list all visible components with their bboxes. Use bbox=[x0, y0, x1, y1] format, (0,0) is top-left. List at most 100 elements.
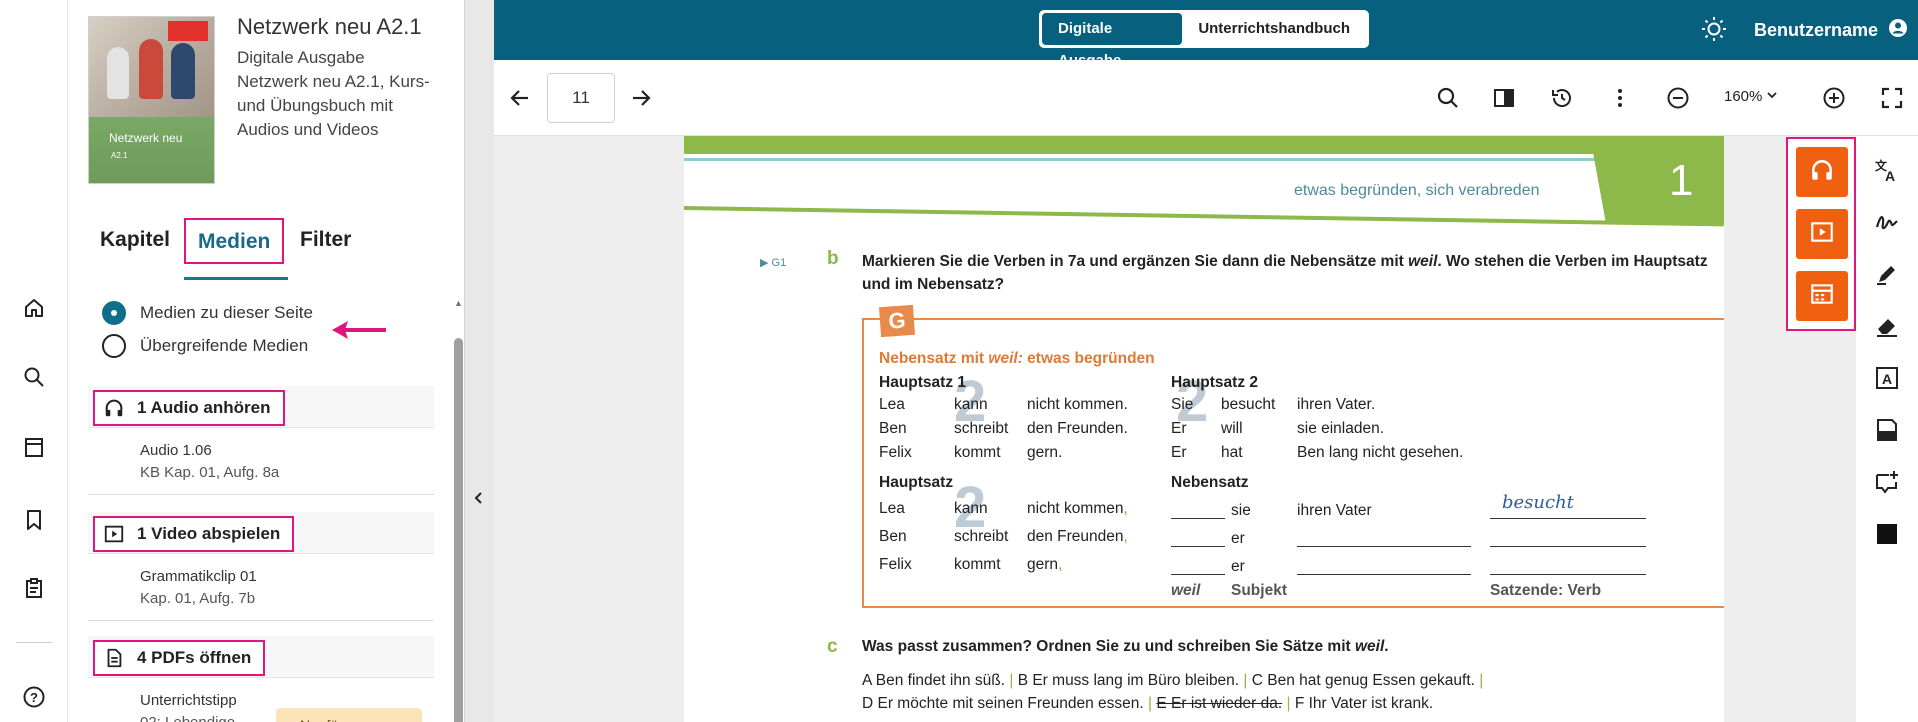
play-audio-button[interactable] bbox=[1796, 147, 1848, 197]
media-item-title: Audio 1.06 bbox=[140, 442, 212, 459]
media-library-icon bbox=[1809, 281, 1835, 312]
table-cell: ihren Vater. bbox=[1297, 396, 1376, 413]
exercise-c-options: A Ben findet ihn süß. | B Er muss lang i… bbox=[862, 672, 1484, 689]
play-video-button[interactable] bbox=[1796, 209, 1848, 259]
rail-divider bbox=[16, 642, 52, 643]
page-number-input[interactable]: 11 bbox=[547, 73, 615, 123]
username-label: Benutzername bbox=[1754, 20, 1879, 40]
label-hauptsatz1: Hauptsatz 1 bbox=[879, 374, 966, 391]
audio-header-button[interactable]: 1 Audio anhören bbox=[93, 390, 285, 426]
media-item-title: Grammatikclip 01 bbox=[140, 568, 257, 585]
pen-icon[interactable] bbox=[1873, 260, 1901, 288]
blank-line bbox=[1490, 574, 1646, 575]
option-text: B Er muss lang im Büro bleiben. bbox=[1017, 672, 1240, 689]
table-cell: Lea bbox=[879, 396, 905, 413]
add-comment-icon[interactable] bbox=[1873, 468, 1901, 496]
book-description: Netzwerk neu A2.1, Kurs- und Übungsbuch … bbox=[237, 72, 430, 139]
table-cell: hat bbox=[1221, 444, 1243, 461]
audio-header-label: 1 Audio anhören bbox=[137, 398, 271, 417]
zoom-out-icon[interactable] bbox=[1664, 84, 1692, 112]
radio-media-global[interactable]: Übergreifende Medien bbox=[102, 334, 308, 358]
video-small-icon: ▶ bbox=[760, 257, 769, 269]
table-cell: Felix bbox=[879, 444, 912, 461]
more-vertical-icon[interactable] bbox=[1606, 84, 1634, 112]
video-section-header: 1 Video abspielen bbox=[88, 512, 434, 554]
radio-media-this-page[interactable]: Medien zu dieser Seite bbox=[102, 301, 313, 325]
signature-icon[interactable] bbox=[1873, 208, 1901, 236]
table-cell: er bbox=[1231, 558, 1245, 575]
toggle-digitale-ausgabe[interactable]: Digitale Ausgabe bbox=[1042, 13, 1183, 69]
blank-line bbox=[1171, 518, 1225, 519]
blank-line bbox=[1297, 574, 1471, 575]
chevron-down-icon bbox=[1766, 88, 1778, 105]
zoom-in-icon[interactable] bbox=[1820, 84, 1848, 112]
double-page-icon[interactable] bbox=[1490, 84, 1518, 112]
table-cell: gern. bbox=[1027, 444, 1063, 461]
annotation-arrow-icon bbox=[330, 319, 388, 346]
scrollbar-thumb[interactable] bbox=[454, 338, 463, 722]
user-menu[interactable]: Benutzername bbox=[1754, 18, 1908, 43]
pdf-header-button[interactable]: 4 PDFs öffnen bbox=[93, 640, 266, 676]
book-icon[interactable] bbox=[20, 433, 48, 461]
list-item-pdf[interactable]: Unterrichtstipp 02: Lebendige Nur für bbox=[88, 678, 434, 722]
table-cell: sie bbox=[1231, 502, 1251, 519]
theme-toggle-sun-icon[interactable] bbox=[1701, 16, 1727, 47]
tab-medien[interactable]: Medien bbox=[184, 218, 285, 264]
svg-text:A: A bbox=[1885, 168, 1895, 183]
radio-button-checked[interactable] bbox=[102, 301, 126, 325]
translate-icon[interactable]: 文A bbox=[1873, 156, 1901, 184]
restricted-badge: Nur für bbox=[276, 708, 422, 722]
arrow-left-icon[interactable] bbox=[506, 84, 534, 112]
blank-line bbox=[1171, 574, 1225, 575]
video-play-icon bbox=[1809, 219, 1835, 250]
table-cell: gern, bbox=[1027, 556, 1063, 573]
option-text: F Ihr Vater ist krank. bbox=[1294, 695, 1434, 712]
page-top-band bbox=[684, 136, 1724, 154]
table-cell: nicht kommen. bbox=[1027, 396, 1128, 413]
clipboard-icon[interactable] bbox=[20, 574, 48, 602]
bookmark-icon[interactable] bbox=[20, 506, 48, 534]
help-icon[interactable]: ? bbox=[20, 683, 48, 711]
chevron-left-icon[interactable] bbox=[471, 490, 487, 511]
instruction-text: . bbox=[1384, 638, 1389, 655]
grammar-clip-link[interactable]: ▶ G1 bbox=[760, 256, 786, 269]
table-cell: Ben bbox=[879, 528, 907, 545]
table-cell: den Freunden, bbox=[1027, 528, 1128, 545]
eraser-icon[interactable] bbox=[1873, 312, 1901, 340]
table-cell: Felix bbox=[879, 556, 912, 573]
grammar-title: Nebensatz mit weil: etwas begründen bbox=[879, 350, 1155, 368]
sidebar-scrollbar[interactable]: ▲ bbox=[454, 298, 463, 722]
text-box-icon[interactable]: A bbox=[1873, 364, 1901, 392]
table-cell: schreibt bbox=[954, 420, 1009, 437]
home-icon[interactable] bbox=[20, 294, 48, 322]
video-header-button[interactable]: 1 Video abspielen bbox=[93, 516, 295, 552]
video-header-label: 1 Video abspielen bbox=[137, 524, 281, 543]
blank-line bbox=[1490, 518, 1646, 519]
chapter-subheading: etwas begründen, sich verabreden bbox=[1294, 182, 1540, 199]
list-item-audio[interactable]: Audio 1.06 KB Kap. 01, Aufg. 8a bbox=[88, 428, 434, 495]
instruction-emphasis: weil bbox=[1354, 638, 1385, 655]
tab-kapitel[interactable]: Kapitel bbox=[100, 218, 170, 264]
page-viewer[interactable]: 1 etwas begründen, sich verabreden ▶ G1 … bbox=[494, 136, 1856, 722]
radio-button-unchecked[interactable] bbox=[102, 334, 126, 358]
open-media-library-button[interactable] bbox=[1796, 271, 1848, 321]
user-account-icon bbox=[1888, 18, 1908, 43]
search-icon[interactable] bbox=[20, 363, 48, 391]
zoom-select[interactable]: 160% bbox=[1724, 88, 1778, 105]
fullscreen-icon[interactable] bbox=[1878, 84, 1906, 112]
list-item-video[interactable]: Grammatikclip 01 Kap. 01, Aufg. 7b bbox=[88, 554, 434, 621]
sidebar-collapse-handle[interactable] bbox=[464, 0, 494, 722]
tab-filter[interactable]: Filter bbox=[300, 218, 351, 264]
exercise-c-options: D Er möchte mit seinen Freunden essen. |… bbox=[862, 695, 1434, 712]
toggle-unterrichtshandbuch[interactable]: Unterrichtshandbuch bbox=[1182, 13, 1366, 45]
book-page: 1 etwas begründen, sich verabreden ▶ G1 … bbox=[684, 136, 1724, 722]
label-hauptsatz: Hauptsatz bbox=[879, 474, 954, 491]
history-icon[interactable] bbox=[1548, 84, 1576, 112]
cell-text: nicht kommen bbox=[1027, 500, 1124, 517]
top-bar: Digitale Ausgabe Unterrichtshandbuch Ben… bbox=[494, 0, 1918, 69]
sticky-note-icon[interactable] bbox=[1873, 416, 1901, 444]
search-icon[interactable] bbox=[1434, 84, 1462, 112]
scroll-up-icon[interactable]: ▲ bbox=[454, 298, 463, 308]
arrow-right-icon[interactable] bbox=[627, 84, 655, 112]
black-square-icon[interactable] bbox=[1873, 520, 1901, 548]
